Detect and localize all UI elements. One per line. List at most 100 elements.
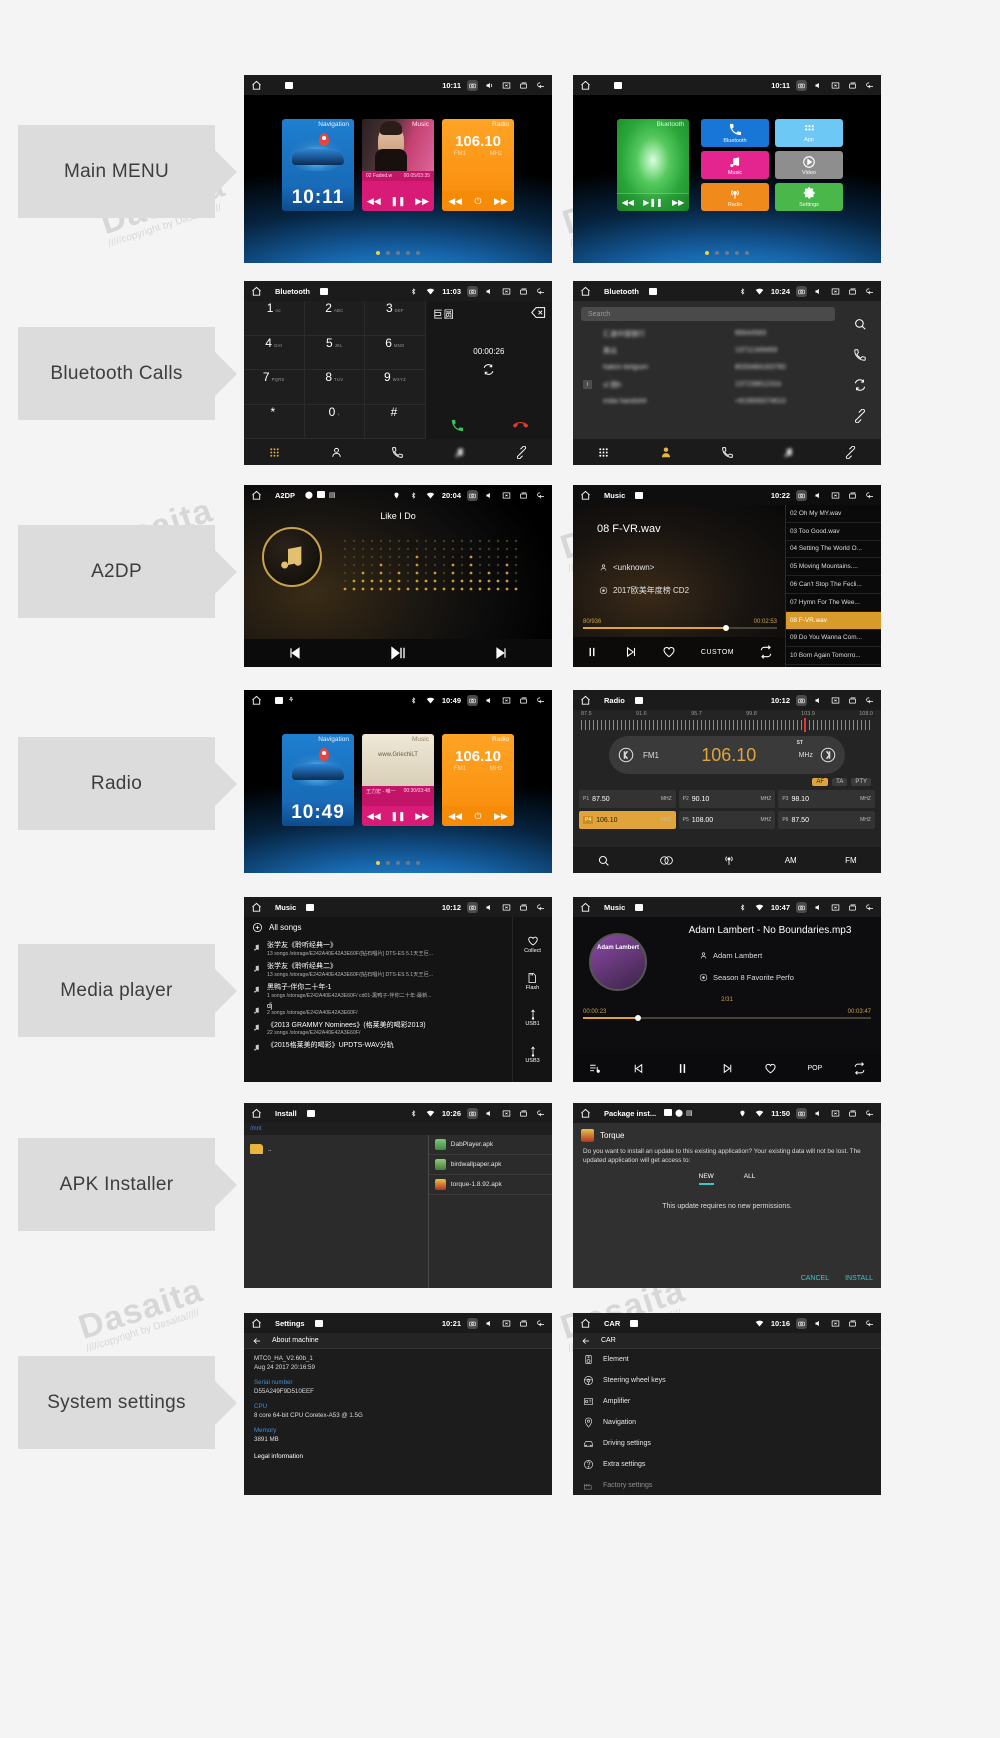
dialpad-key[interactable]: 1 ᴏᴏ bbox=[244, 301, 305, 336]
dialpad-icon[interactable] bbox=[268, 446, 281, 459]
tile-video[interactable]: Video bbox=[775, 151, 843, 179]
a2dp-controls[interactable] bbox=[244, 639, 552, 667]
recents-icon[interactable] bbox=[847, 490, 858, 501]
camera-icon[interactable] bbox=[796, 489, 807, 501]
close-icon[interactable] bbox=[830, 902, 841, 913]
page-dot[interactable] bbox=[416, 861, 420, 865]
prev-icon[interactable]: ◀◀ bbox=[367, 811, 381, 822]
camera-icon[interactable] bbox=[796, 901, 807, 913]
player-controls[interactable]: POP bbox=[573, 1054, 881, 1082]
tile-music[interactable]: Music bbox=[701, 151, 769, 179]
volume-icon[interactable] bbox=[484, 80, 495, 91]
volume-icon[interactable] bbox=[484, 1318, 495, 1329]
close-icon[interactable] bbox=[830, 1318, 841, 1329]
recents-icon[interactable] bbox=[518, 286, 529, 297]
bluetooth-navbar[interactable] bbox=[244, 439, 552, 465]
dialpad-key[interactable]: * bbox=[244, 404, 305, 439]
close-icon[interactable] bbox=[501, 1318, 512, 1329]
contacts-side-rail[interactable] bbox=[839, 301, 881, 439]
volume-icon[interactable] bbox=[813, 1108, 824, 1119]
recents-icon[interactable] bbox=[847, 1108, 858, 1119]
call-action-buttons[interactable] bbox=[426, 411, 552, 439]
file-browser-left-pane[interactable]: .. bbox=[244, 1135, 429, 1288]
bt-link-icon[interactable] bbox=[515, 445, 528, 459]
playlist-item[interactable]: 10 Born Again Tomorro... bbox=[786, 647, 881, 666]
car-setting-row[interactable]: Amplifier bbox=[573, 1391, 881, 1412]
progress-thumb[interactable] bbox=[634, 1014, 641, 1021]
progress-bar[interactable] bbox=[583, 1014, 871, 1021]
search-icon[interactable] bbox=[853, 317, 867, 331]
dialpad-icon[interactable] bbox=[597, 446, 610, 459]
recents-icon[interactable] bbox=[847, 80, 858, 91]
music-icon[interactable] bbox=[453, 446, 466, 459]
car-setting-row[interactable]: Element bbox=[573, 1349, 881, 1370]
search-input[interactable]: Search bbox=[581, 307, 835, 321]
progress-bar[interactable] bbox=[583, 624, 777, 631]
close-icon[interactable] bbox=[501, 695, 512, 706]
home-icon[interactable] bbox=[579, 694, 592, 707]
contacts-icon[interactable] bbox=[330, 446, 343, 459]
heart-icon[interactable] bbox=[662, 645, 676, 659]
next-icon[interactable] bbox=[624, 645, 638, 659]
playlist-item-selected[interactable]: 08 F-VR.wav bbox=[786, 611, 881, 630]
volume-icon[interactable] bbox=[484, 695, 495, 706]
stereo-icon[interactable] bbox=[659, 854, 674, 867]
camera-icon[interactable] bbox=[796, 79, 807, 91]
contact-list[interactable]: 汇通中国银行 86644583 黄达 13711349469 hakim bel… bbox=[573, 325, 839, 410]
tuning-cursor[interactable] bbox=[804, 718, 806, 732]
close-icon[interactable] bbox=[501, 490, 512, 501]
screenshot-icon[interactable] bbox=[314, 1319, 323, 1327]
player-controls[interactable]: CUSTOM bbox=[573, 637, 785, 667]
back-icon[interactable] bbox=[864, 286, 875, 297]
tab-all[interactable]: ALL bbox=[744, 1173, 756, 1185]
recents-icon[interactable] bbox=[518, 490, 529, 501]
playlist-item[interactable]: 09 Do You Wanna Com... bbox=[786, 630, 881, 648]
back-arrow-icon[interactable] bbox=[581, 1336, 591, 1346]
car-setting-row[interactable]: Driving settings bbox=[573, 1433, 881, 1454]
back-icon[interactable] bbox=[535, 490, 546, 501]
widget-radio[interactable]: Radio 106.10 FM1 MHz ◀◀ ⏻ ▶▶ bbox=[442, 734, 514, 826]
page-dot[interactable] bbox=[376, 861, 380, 865]
camera-icon[interactable] bbox=[467, 285, 478, 297]
home-icon[interactable] bbox=[579, 1317, 592, 1330]
antenna-icon[interactable] bbox=[722, 854, 736, 867]
source-flash[interactable]: Flash bbox=[526, 972, 539, 991]
widget-radio-controls[interactable]: ◀◀ ⏻ ▶▶ bbox=[442, 191, 514, 211]
home-icon[interactable] bbox=[579, 1107, 592, 1120]
playlist-item[interactable]: 07 Hymn For The Wee... bbox=[786, 594, 881, 612]
page-dot[interactable] bbox=[705, 251, 709, 255]
source-usb1[interactable]: USB1 bbox=[525, 1008, 540, 1027]
volume-icon[interactable] bbox=[813, 1318, 824, 1329]
back-icon[interactable] bbox=[864, 902, 875, 913]
playlist-item[interactable]: 05 Moving Mountains.... bbox=[786, 558, 881, 577]
close-icon[interactable] bbox=[501, 80, 512, 91]
screen-main-menu-widgets[interactable]: 10:11 Navigation 10:11 Music 02 Faded.w … bbox=[244, 75, 552, 263]
widget-navigation[interactable]: Navigation 10:49 bbox=[282, 734, 354, 826]
widget-bluetooth-controls[interactable]: ◀◀ ▶❚❚ ▶▶ bbox=[617, 193, 689, 211]
library-item[interactable]: 张学友《聆听经典二》 13 songs /storage/E242A40E42A… bbox=[244, 959, 512, 980]
screenshot-icon[interactable] bbox=[306, 1109, 315, 1117]
source-usb3[interactable]: USB3 bbox=[525, 1045, 540, 1064]
screen-bluetooth-dialer[interactable]: Bluetooth 11:03 1 ᴏᴏ 2 ABC 3 DEF 4 GHI 5… bbox=[244, 281, 552, 465]
media-library[interactable]: All songs 张学友《聆听经典一》 13 songs /storage/E… bbox=[244, 917, 512, 1055]
screen-package-installer[interactable]: Package inst... ⬤ ▤ 11:50 Torque Do you … bbox=[573, 1103, 881, 1288]
playlist-item[interactable]: 06 Can't Stop The Fecli... bbox=[786, 576, 881, 594]
apk-file-item[interactable]: birdwallpaper.apk bbox=[428, 1155, 552, 1175]
dialpad[interactable]: 1 ᴏᴏ 2 ABC 3 DEF 4 GHI 5 JKL 6 MNO 7 PQRS 8 TUV … bbox=[244, 301, 426, 439]
tile-bluetooth[interactable]: Bluetooth bbox=[701, 119, 769, 147]
close-icon[interactable] bbox=[501, 902, 512, 913]
back-icon[interactable] bbox=[864, 490, 875, 501]
folder-item[interactable]: .. bbox=[244, 1139, 428, 1159]
close-icon[interactable] bbox=[830, 286, 841, 297]
page-dot[interactable] bbox=[735, 251, 739, 255]
camera-icon[interactable] bbox=[796, 694, 807, 706]
chip-ta[interactable]: TA bbox=[832, 778, 848, 786]
page-dot[interactable] bbox=[386, 861, 390, 865]
dialpad-key[interactable]: # bbox=[365, 404, 426, 439]
dialog-buttons[interactable]: CANCEL INSTALL bbox=[801, 1275, 873, 1282]
recents-icon[interactable] bbox=[847, 695, 858, 706]
chip-af[interactable]: AF bbox=[812, 778, 829, 786]
backspace-icon[interactable] bbox=[531, 307, 546, 318]
next-icon[interactable]: ▶▶ bbox=[494, 196, 508, 207]
library-item[interactable]: 《2013 GRAMMY Nominees》(格莱美的喝彩2013) 22 so… bbox=[244, 1018, 512, 1038]
